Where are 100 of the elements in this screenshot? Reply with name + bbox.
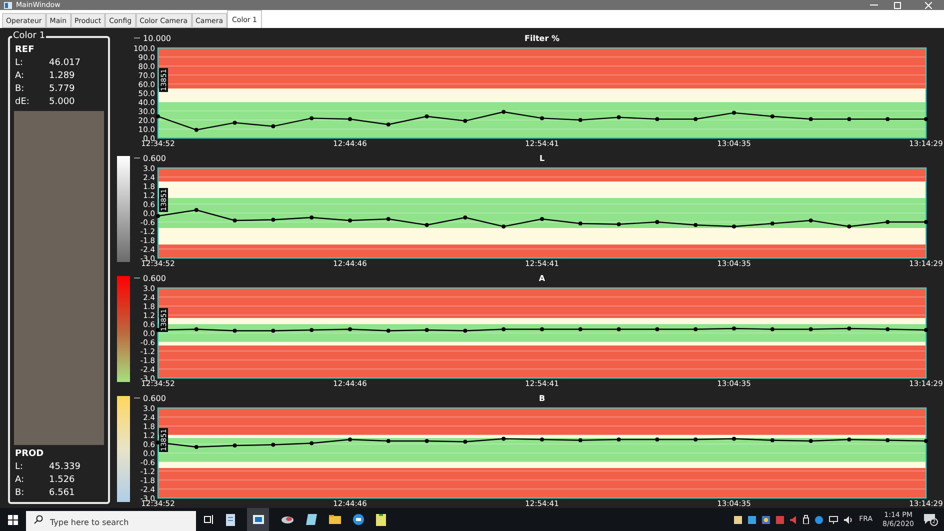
data-point: [694, 117, 698, 122]
data-point: [386, 122, 390, 126]
data-point: [502, 327, 506, 332]
close-icon[interactable]: [925, 2, 932, 8]
value-text: 5.779: [49, 83, 75, 96]
data-point: [194, 128, 198, 132]
usb-icon[interactable]: [803, 515, 810, 524]
data-point: [886, 220, 890, 224]
cloud-icon[interactable]: [281, 515, 294, 524]
chart-title: A: [538, 274, 546, 283]
tray-app-icon[interactable]: [762, 516, 770, 524]
chart-title: B: [538, 394, 546, 403]
data-point: [271, 218, 276, 222]
data-point: [616, 438, 621, 442]
data-point: [502, 110, 506, 114]
tray-app-icon[interactable]: [815, 516, 824, 524]
data-point: [386, 328, 390, 333]
data-point: [886, 117, 890, 122]
chart-title: L: [539, 154, 545, 163]
clipboard-icon[interactable]: [376, 514, 386, 526]
data-point: [348, 327, 352, 332]
data-point: [578, 222, 582, 226]
data-point: [847, 326, 852, 330]
data-point: [463, 118, 468, 123]
data-point: [310, 116, 314, 120]
value-text: 1.526: [49, 474, 75, 487]
data-point: [732, 326, 736, 330]
data-point: [271, 124, 276, 128]
data-point: [194, 327, 198, 332]
windows-logo-icon[interactable]: [8, 514, 18, 524]
data-point: [655, 438, 660, 442]
data-point: [655, 117, 660, 122]
data-point: [578, 327, 582, 332]
speaker-muted-icon[interactable]: [790, 516, 798, 524]
data-point: [924, 328, 928, 332]
data-point: [348, 438, 352, 442]
data-point: [808, 327, 813, 332]
data-point: [808, 439, 813, 443]
data-point: [732, 224, 736, 228]
data-point: [271, 328, 276, 333]
value-label: dE:: [15, 96, 30, 109]
data-point: [424, 223, 429, 227]
document-icon[interactable]: [226, 514, 235, 526]
data-point: [232, 328, 237, 333]
notepad-icon[interactable]: [306, 514, 317, 525]
data-point: [310, 441, 314, 446]
data-point: [502, 224, 506, 228]
value-label: A:: [15, 70, 26, 83]
value-label: L:: [15, 57, 24, 70]
value-text: 5.000: [49, 96, 75, 109]
data-point: [310, 216, 314, 220]
value-text: 6.561: [49, 487, 75, 500]
volume-icon[interactable]: [844, 516, 854, 524]
data-point: [616, 327, 621, 332]
data-point: [424, 328, 429, 332]
data-point: [232, 444, 237, 448]
value-text: 45.339: [49, 461, 80, 474]
value-label: B:: [15, 83, 26, 96]
chat-icon[interactable]: [353, 514, 364, 525]
data-point: [655, 220, 660, 224]
data-point: [194, 208, 198, 212]
data-point: [578, 118, 582, 122]
folder-icon[interactable]: [329, 515, 341, 524]
network-icon[interactable]: [829, 516, 838, 524]
data-point: [847, 224, 852, 228]
data-point: [924, 439, 928, 443]
data-point: [194, 445, 198, 449]
data-point: [386, 439, 390, 443]
data-point: [540, 327, 544, 332]
window-icon[interactable]: [252, 515, 264, 524]
data-point: [924, 220, 928, 224]
legend-value: 0.600: [143, 154, 166, 163]
data-point: [232, 218, 237, 222]
legend-value: 10.000: [143, 34, 171, 43]
data-point: [886, 438, 890, 442]
data-point: [616, 222, 621, 226]
data-point: [655, 327, 660, 332]
data-point: [156, 114, 160, 118]
data-point: [770, 327, 774, 332]
data-point: [694, 327, 698, 332]
data-point: [732, 110, 736, 115]
app-icon: [4, 2, 12, 8]
data-point: [540, 438, 544, 442]
data-point: [156, 214, 160, 218]
value-text: 1.289: [49, 70, 75, 83]
data-point: [310, 328, 314, 332]
task-view-icon[interactable]: [204, 515, 214, 524]
data-point: [463, 216, 468, 220]
data-point: [271, 442, 276, 447]
section-heading: PROD: [15, 448, 45, 461]
data-point: [694, 223, 698, 227]
section-heading: REF: [15, 44, 36, 57]
data-point: [424, 439, 429, 443]
maximize-icon[interactable]: [894, 2, 901, 8]
search-field[interactable]: Type here to search: [26, 511, 196, 531]
data-point: [502, 436, 506, 441]
data-point: [348, 218, 352, 222]
data-point: [578, 438, 582, 442]
data-point: [732, 436, 736, 441]
value-label: A:: [15, 474, 26, 487]
